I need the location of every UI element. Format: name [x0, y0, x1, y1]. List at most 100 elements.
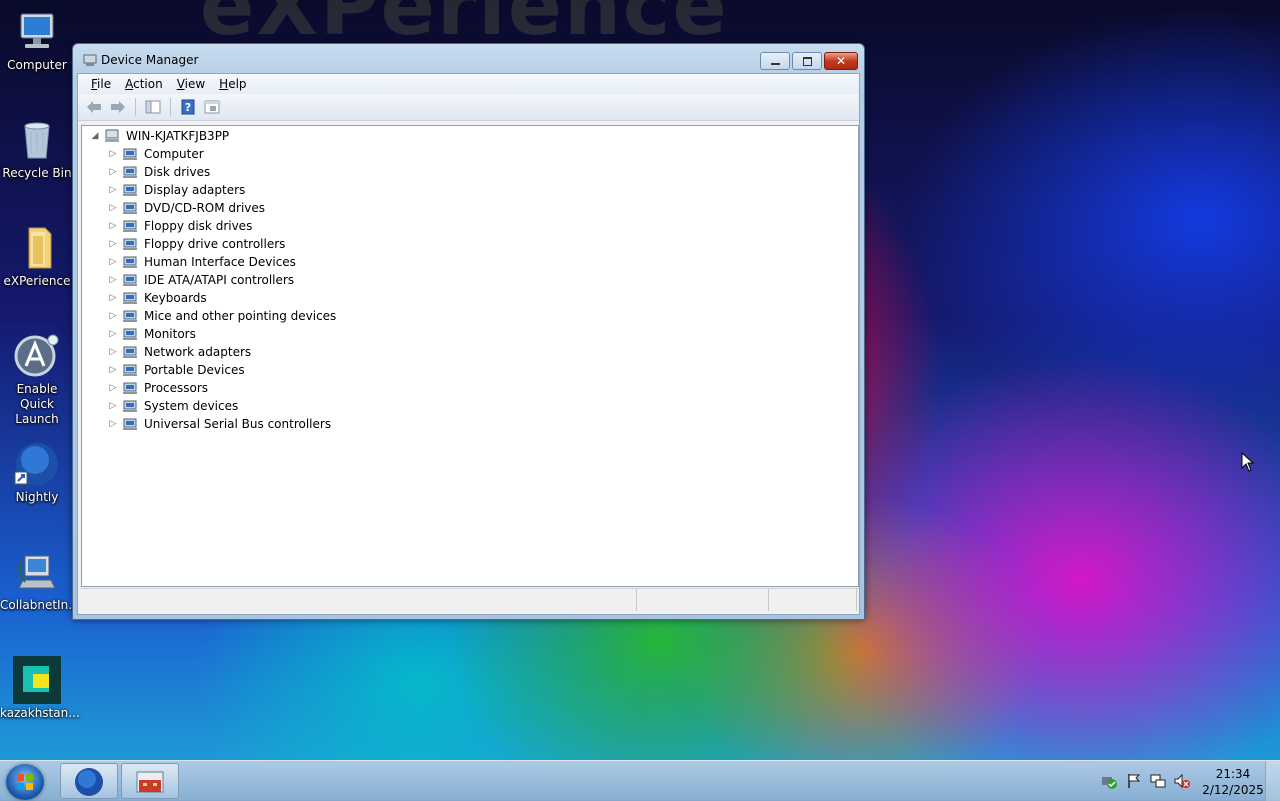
collapse-arrow-icon[interactable]: ◢ [90, 131, 100, 141]
tree-node-label: DVD/CD-ROM drives [144, 201, 266, 215]
desktop-icon-label: kazakhstan... [0, 706, 80, 720]
desktop-icon-computer[interactable]: Computer [0, 8, 74, 73]
title-bar[interactable]: Device Manager ✕ [73, 44, 864, 74]
toolbar-separator [170, 98, 171, 116]
help-icon[interactable]: ? [178, 97, 198, 117]
tree-node[interactable]: ▷ Keyboards [108, 289, 207, 307]
expand-arrow-icon[interactable]: ▷ [108, 365, 118, 375]
clock-date: 2/12/2025 [1202, 783, 1264, 797]
tree-root-node[interactable]: ◢ WIN-KJATKFJB3PP [90, 127, 230, 145]
volume-muted-icon[interactable] [1174, 773, 1190, 789]
tree-node-label: Computer [144, 147, 204, 161]
start-button[interactable] [6, 764, 44, 800]
floppy-disk-icon [122, 219, 138, 233]
device-tree[interactable]: ◢ WIN-KJATKFJB3PP ▷ Computer ▷ Disk drives ▷… [81, 125, 859, 587]
device-manager-icon [83, 53, 97, 67]
properties-icon[interactable] [202, 97, 222, 117]
taskbar-button-device-manager[interactable] [121, 763, 179, 799]
monitor-icon [122, 327, 138, 341]
desktop-icon-recycle-bin[interactable]: Recycle Bin [0, 116, 74, 181]
expand-arrow-icon[interactable]: ▷ [108, 185, 118, 195]
computer-category-icon [122, 147, 138, 161]
tree-node[interactable]: ▷ Floppy drive controllers [108, 235, 286, 253]
desktop-icon-label: Computer [7, 58, 67, 72]
taskbar-button-browser[interactable] [60, 763, 118, 799]
tree-node[interactable]: ▷ DVD/CD-ROM drives [108, 199, 266, 217]
tree-node[interactable]: ▷ Mice and other pointing devices [108, 307, 337, 325]
forward-arrow-icon[interactable] [108, 97, 128, 117]
tree-node[interactable]: ▷ IDE ATA/ATAPI controllers [108, 271, 295, 289]
tree-node-label: IDE ATA/ATAPI controllers [144, 273, 295, 287]
tree-node[interactable]: ▷ System devices [108, 397, 239, 415]
show-hide-console-tree-icon[interactable] [143, 97, 163, 117]
clock-time: 21:34 [1215, 767, 1251, 781]
tree-node[interactable]: ▷ Monitors [108, 325, 196, 343]
taskbar-clock[interactable]: 21:34 2/12/2025 [1196, 766, 1270, 798]
device-manager-window[interactable]: Device Manager ✕ File Action View Help ? [72, 43, 865, 620]
show-desktop-button[interactable] [1265, 761, 1280, 801]
expand-arrow-icon[interactable]: ▷ [108, 221, 118, 231]
status-pane [769, 589, 857, 611]
tree-node-label: Network adapters [144, 345, 252, 359]
expand-arrow-icon[interactable]: ▷ [108, 329, 118, 339]
expand-arrow-icon[interactable]: ▷ [108, 275, 118, 285]
desktop-icon-label: Recycle Bin [2, 166, 72, 180]
action-center-flag-icon[interactable] [1126, 773, 1142, 789]
menu-file[interactable]: File [84, 74, 118, 94]
tree-node[interactable]: ▷ Universal Serial Bus controllers [108, 415, 332, 433]
tree-node-label: Monitors [144, 327, 196, 341]
desktop-icon-label: Nightly [15, 490, 59, 504]
network-icon[interactable] [1150, 773, 1166, 789]
tree-node-label: System devices [144, 399, 239, 413]
tree-node-label: Processors [144, 381, 209, 395]
keyboard-icon [122, 291, 138, 305]
tree-node[interactable]: ▷ Human Interface Devices [108, 253, 296, 271]
expand-arrow-icon[interactable]: ▷ [108, 311, 118, 321]
tree-node[interactable]: ▷ Disk drives [108, 163, 211, 181]
browser-globe-icon [74, 767, 104, 800]
window-title: Device Manager [101, 53, 199, 67]
desktop-icon-experience[interactable]: eXPerience [0, 224, 74, 289]
expand-arrow-icon[interactable]: ▷ [108, 149, 118, 159]
tree-node[interactable]: ▷ Processors [108, 379, 209, 397]
expand-arrow-icon[interactable]: ▷ [108, 257, 118, 267]
desktop-icon-collabnet[interactable]: CollabnetIn... [0, 548, 80, 613]
desktop-icon-nightly[interactable]: Nightly [0, 440, 74, 505]
desktop-icon-quick-launch[interactable]: Enable Quick Launch [0, 332, 74, 427]
expand-arrow-icon[interactable]: ▷ [108, 203, 118, 213]
mouse-icon [122, 309, 138, 323]
expand-arrow-icon[interactable]: ▷ [108, 293, 118, 303]
expand-arrow-icon[interactable]: ▷ [108, 419, 118, 429]
menu-view[interactable]: View [170, 74, 212, 94]
window-client-area: File Action View Help ? ◢ WIN-KJATKFJB3P… [77, 73, 860, 615]
expand-arrow-icon[interactable]: ▷ [108, 239, 118, 249]
menu-action[interactable]: Action [118, 74, 170, 94]
expand-arrow-icon[interactable]: ▷ [108, 167, 118, 177]
dvd-drive-icon [122, 201, 138, 215]
usb-controller-icon [122, 417, 138, 431]
tree-node[interactable]: ▷ Computer [108, 145, 204, 163]
menu-help[interactable]: Help [212, 74, 253, 94]
tree-node[interactable]: ▷ Display adapters [108, 181, 246, 199]
maximize-button[interactable] [792, 52, 822, 70]
expand-arrow-icon[interactable]: ▷ [108, 347, 118, 357]
close-button[interactable]: ✕ [824, 52, 858, 70]
desktop-icon-label: CollabnetIn... [0, 598, 80, 612]
expand-arrow-icon[interactable]: ▷ [108, 383, 118, 393]
system-device-icon [122, 399, 138, 413]
expand-arrow-icon[interactable]: ▷ [108, 401, 118, 411]
recycle-bin-icon [13, 116, 61, 164]
tree-node-label: Mice and other pointing devices [144, 309, 337, 323]
status-bar [81, 588, 859, 611]
tree-node[interactable]: ▷ Portable Devices [108, 361, 245, 379]
minimize-button[interactable] [760, 52, 790, 70]
quick-launch-icon [13, 332, 61, 380]
tree-node-label: Display adapters [144, 183, 246, 197]
computer-node-icon [104, 129, 120, 143]
security-shield-icon[interactable] [1101, 773, 1117, 789]
tree-node[interactable]: ▷ Floppy disk drives [108, 217, 253, 235]
desktop-icon-kazakhstan[interactable]: kazakhstan... [0, 656, 80, 721]
floppy-controller-icon [122, 237, 138, 251]
tree-node[interactable]: ▷ Network adapters [108, 343, 252, 361]
back-arrow-icon[interactable] [84, 97, 104, 117]
